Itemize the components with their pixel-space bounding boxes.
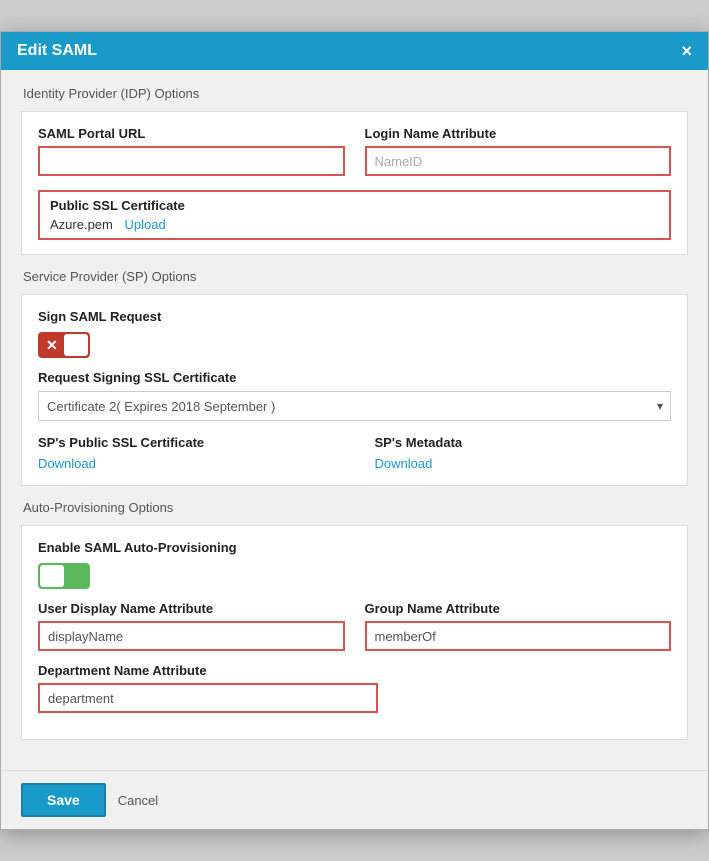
sign-saml-group: Sign SAML Request ✕ bbox=[38, 309, 671, 358]
sign-saml-toggle[interactable]: ✕ bbox=[38, 332, 671, 358]
attr-bottom-row: Department Name Attribute bbox=[38, 663, 671, 713]
idp-top-row: SAML Portal URL Login Name Attribute bbox=[38, 126, 671, 176]
idp-options-box: SAML Portal URL Login Name Attribute Pub… bbox=[21, 111, 688, 255]
close-button[interactable]: × bbox=[681, 42, 692, 60]
user-display-name-group: User Display Name Attribute bbox=[38, 601, 345, 651]
user-display-name-label: User Display Name Attribute bbox=[38, 601, 345, 616]
sp-public-ssl-label: SP's Public SSL Certificate bbox=[38, 435, 335, 450]
modal-header: Edit SAML × bbox=[1, 32, 708, 70]
auto-prov-section-title: Auto-Provisioning Options bbox=[23, 500, 688, 515]
login-name-attr-label: Login Name Attribute bbox=[365, 126, 672, 141]
department-name-label: Department Name Attribute bbox=[38, 663, 378, 678]
ssl-cert-select[interactable]: Certificate 2( Expires 2018 September ) bbox=[38, 391, 671, 421]
saml-portal-url-label: SAML Portal URL bbox=[38, 126, 345, 141]
sp-public-ssl-col: SP's Public SSL Certificate Download bbox=[38, 435, 335, 471]
modal-footer: Save Cancel bbox=[1, 770, 708, 829]
group-name-attr-group: Group Name Attribute bbox=[365, 601, 672, 651]
login-name-attr-input[interactable] bbox=[365, 146, 672, 176]
enable-auto-prov-group: Enable SAML Auto-Provisioning ✓ bbox=[38, 540, 671, 589]
idp-section-title: Identity Provider (IDP) Options bbox=[23, 86, 688, 101]
enable-auto-prov-label: Enable SAML Auto-Provisioning bbox=[38, 540, 671, 555]
public-ssl-cert-group: Public SSL Certificate Azure.pem Upload bbox=[38, 188, 671, 240]
ssl-cert-select-wrapper: Certificate 2( Expires 2018 September ) bbox=[38, 391, 671, 421]
save-button[interactable]: Save bbox=[21, 783, 106, 817]
toggle-x-icon: ✕ bbox=[46, 337, 58, 354]
login-name-attr-group: Login Name Attribute bbox=[365, 126, 672, 176]
toggle-thumb bbox=[64, 334, 88, 356]
auto-prov-box: Enable SAML Auto-Provisioning ✓ User Dis… bbox=[21, 525, 688, 740]
toggle-track-off: ✕ bbox=[38, 332, 90, 358]
toggle-track-on: ✓ bbox=[38, 563, 90, 589]
sp-metadata-label: SP's Metadata bbox=[375, 435, 672, 450]
sp-metadata-download[interactable]: Download bbox=[375, 456, 433, 471]
sp-options-box: Sign SAML Request ✕ Request Signing SSL … bbox=[21, 294, 688, 486]
edit-saml-modal: Edit SAML × Identity Provider (IDP) Opti… bbox=[0, 31, 709, 830]
request-signing-ssl-group: Request Signing SSL Certificate Certific… bbox=[38, 370, 671, 421]
request-signing-ssl-label: Request Signing SSL Certificate bbox=[38, 370, 671, 385]
modal-body: Identity Provider (IDP) Options SAML Por… bbox=[1, 70, 708, 770]
sp-section-title: Service Provider (SP) Options bbox=[23, 269, 688, 284]
sp-metadata-col: SP's Metadata Download bbox=[375, 435, 672, 471]
enable-auto-prov-toggle[interactable]: ✓ bbox=[38, 563, 671, 589]
upload-link[interactable]: Upload bbox=[125, 217, 166, 232]
sp-public-ssl-download[interactable]: Download bbox=[38, 456, 96, 471]
saml-portal-url-group: SAML Portal URL bbox=[38, 126, 345, 176]
cancel-button[interactable]: Cancel bbox=[118, 793, 158, 808]
group-name-attr-input[interactable] bbox=[365, 621, 672, 651]
department-name-group: Department Name Attribute bbox=[38, 663, 378, 713]
modal-title: Edit SAML bbox=[17, 42, 97, 60]
toggle-check-icon: ✓ bbox=[44, 568, 84, 585]
group-name-attr-label: Group Name Attribute bbox=[365, 601, 672, 616]
department-name-input[interactable] bbox=[38, 683, 378, 713]
ssl-cert-box: Public SSL Certificate Azure.pem Upload bbox=[38, 190, 671, 240]
user-display-name-input[interactable] bbox=[38, 621, 345, 651]
attr-top-row: User Display Name Attribute Group Name A… bbox=[38, 601, 671, 651]
saml-portal-url-input[interactable] bbox=[38, 146, 345, 176]
public-ssl-cert-label: Public SSL Certificate bbox=[50, 198, 659, 213]
sign-saml-label: Sign SAML Request bbox=[38, 309, 671, 324]
ssl-cert-filename: Azure.pem bbox=[50, 217, 113, 232]
sp-download-row: SP's Public SSL Certificate Download SP'… bbox=[38, 435, 671, 471]
